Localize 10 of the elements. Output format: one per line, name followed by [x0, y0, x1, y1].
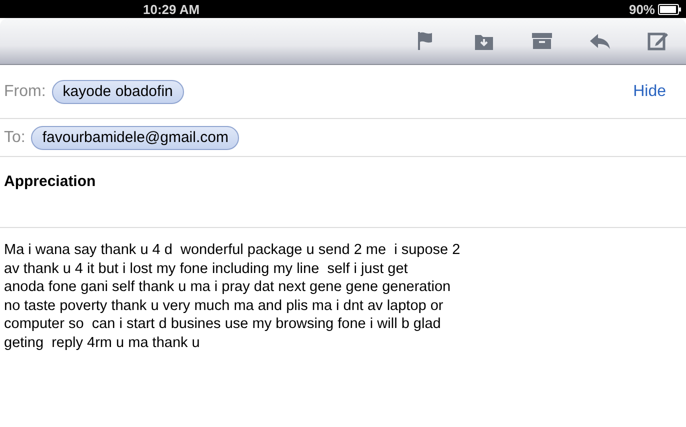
battery-icon	[658, 4, 682, 14]
sender-chip[interactable]: kayode obadofin	[52, 80, 184, 104]
to-label: To:	[4, 128, 26, 146]
message-body: Ma i wana say thank u 4 d wonderful package u send 2 me i supose 2 av thank u 4 it but i lost my fone including my line self i just get anoda fone gani self thank u ma i pray dat next gene gene generation no taste poverty thank u very much ma and plis ma i dnt av laptop or computer so can i start d busines use my browsing fone i will b glad geting reply 4rm u ma thank u	[3, 241, 462, 352]
from-label: From:	[4, 82, 46, 100]
subject-text: Appreciation	[4, 173, 96, 190]
hide-link[interactable]: Hide	[633, 82, 666, 100]
battery-percent: 90%	[628, 2, 655, 16]
recipient-chip[interactable]: favourbamidele@gmail.com	[31, 126, 240, 150]
status-time: 10:29 AM	[143, 2, 200, 16]
